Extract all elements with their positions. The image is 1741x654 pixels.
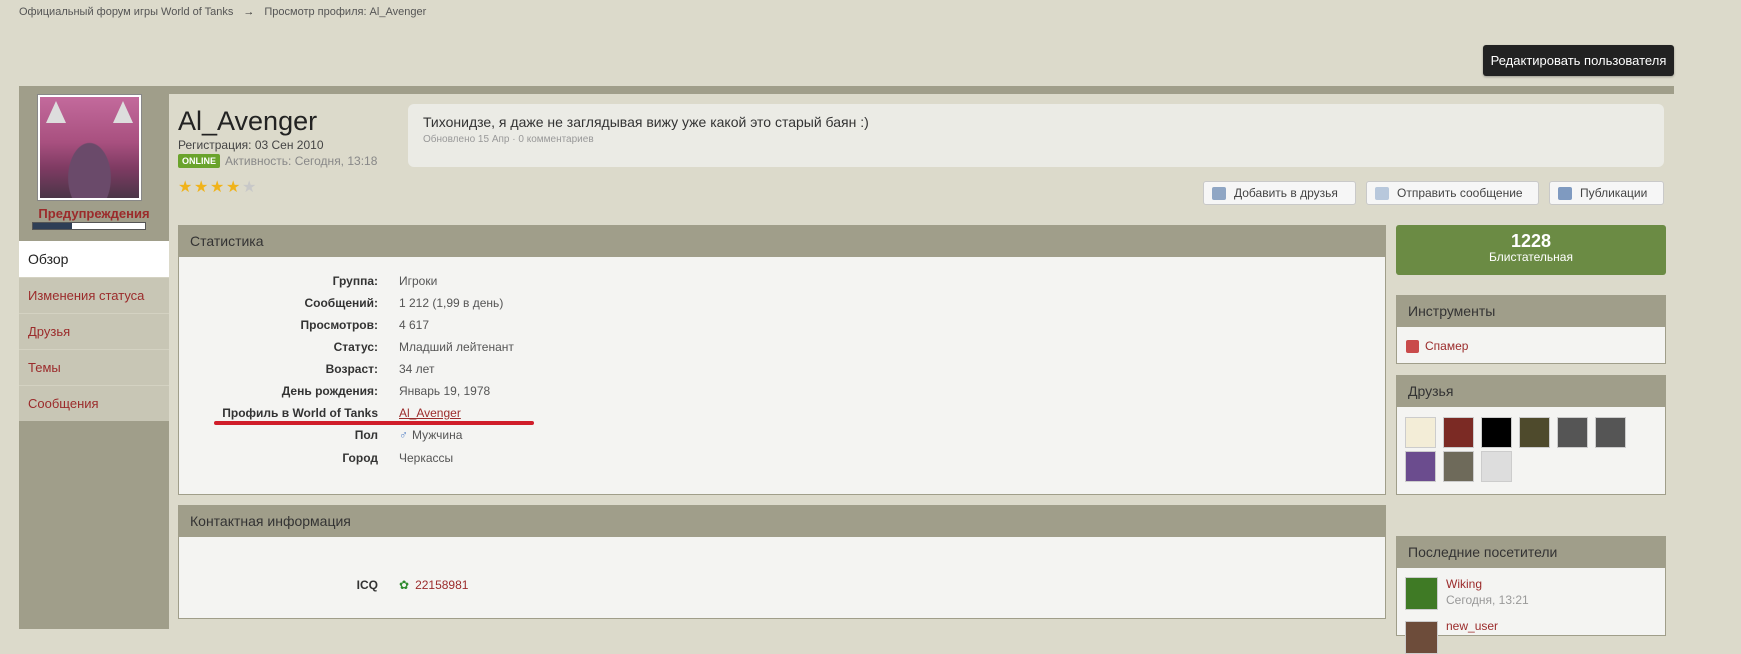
send-message-label: Отправить сообщение xyxy=(1397,186,1523,200)
stat-label: Просмотров: xyxy=(300,318,378,332)
page-title: Al_Avenger xyxy=(178,106,318,136)
edit-user-button[interactable]: Редактировать пользователя xyxy=(1483,45,1674,76)
publications-label: Публикации xyxy=(1580,186,1648,200)
visitor-avatar[interactable] xyxy=(1405,621,1438,654)
stat-value: Младший лейтенант xyxy=(399,340,514,354)
breadcrumb-home[interactable]: Официальный форум игры World of Tanks xyxy=(19,6,233,18)
online-badge: ONLINE xyxy=(178,154,221,168)
visitor-name[interactable]: new_user xyxy=(1446,619,1498,633)
nav-overview[interactable]: Обзор xyxy=(19,241,169,277)
visitor-name[interactable]: Wiking xyxy=(1446,577,1482,591)
document-icon xyxy=(1558,186,1572,200)
spammer-label: Спамер xyxy=(1425,339,1469,353)
highlight-underline xyxy=(214,421,534,425)
visitors-title: Последние посетители xyxy=(1397,537,1665,568)
stat-label: Статус: xyxy=(333,340,378,354)
breadcrumb: Официальный форум игры World of Tanks → Пр… xyxy=(19,6,426,18)
add-friend-button[interactable]: Добавить в друзья xyxy=(1203,181,1356,205)
friend-avatar[interactable] xyxy=(1519,417,1550,448)
avatar-ear-left xyxy=(46,101,66,123)
warnings-bar-fill xyxy=(33,223,73,229)
stat-label: Сообщений: xyxy=(304,296,378,310)
stat-label: Пол xyxy=(354,428,378,442)
rating-stars[interactable]: ★ ★ ★ ★ ★ xyxy=(178,180,258,196)
stat-value: 1 212 (1,99 в день) xyxy=(399,296,504,310)
icq-value-wrap: ✿ 22158981 xyxy=(399,578,468,592)
stat-label: Группа: xyxy=(332,274,378,288)
nav-friends[interactable]: Друзья xyxy=(19,313,169,349)
registration-date: Регистрация: 03 Сен 2010 xyxy=(178,138,324,152)
stat-value: 34 лет xyxy=(399,362,435,376)
avatar[interactable] xyxy=(38,95,141,200)
friend-avatar[interactable] xyxy=(1595,417,1626,448)
stat-value: Январь 19, 1978 xyxy=(399,384,491,398)
stat-value: Игроки xyxy=(399,274,438,288)
friend-avatar[interactable] xyxy=(1405,417,1436,448)
profile-top-bar xyxy=(19,86,1674,94)
wot-profile-link[interactable]: Al_Avenger xyxy=(399,406,461,420)
online-status: ONLINE Активность: Сегодня, 13:18 xyxy=(178,154,377,168)
star-icon[interactable]: ★ xyxy=(194,180,210,196)
stat-value: ♂ Мужчина xyxy=(399,428,462,442)
left-sidebar: Предупреждения Обзор Изменения статуса Д… xyxy=(19,94,169,629)
stat-label: Город xyxy=(342,451,378,465)
nav-topics[interactable]: Темы xyxy=(19,349,169,385)
male-icon: ♂ xyxy=(399,428,408,442)
reputation-box: 1228 Блистательная xyxy=(1396,225,1666,275)
warnings-link[interactable]: Предупреждения xyxy=(19,206,169,221)
send-message-button[interactable]: Отправить сообщение xyxy=(1366,181,1539,205)
nav-messages[interactable]: Сообщения xyxy=(19,385,169,421)
stat-label: Возраст: xyxy=(325,362,378,376)
visitor-time: Сегодня, 13:21 xyxy=(1446,593,1529,607)
friend-avatar[interactable] xyxy=(1443,451,1474,482)
friends-title: Друзья xyxy=(1397,376,1665,407)
friend-avatar[interactable] xyxy=(1405,451,1436,482)
profile-nav: Обзор Изменения статуса Друзья Темы Сооб… xyxy=(19,241,169,421)
stat-label: День рождения: xyxy=(281,384,378,398)
nav-status-changes[interactable]: Изменения статуса xyxy=(19,277,169,313)
breadcrumb-separator: → xyxy=(243,6,255,18)
stat-value: Черкассы xyxy=(399,451,454,465)
warnings-bar xyxy=(32,222,146,230)
friend-avatar[interactable] xyxy=(1443,417,1474,448)
visitor-avatar[interactable] xyxy=(1405,577,1438,610)
spammer-link[interactable]: Спамер xyxy=(1406,339,1468,353)
statistics-panel: Статистика Группа: Игроки Сообщений: 1 212… xyxy=(178,225,1386,495)
star-icon[interactable]: ★ xyxy=(242,180,258,196)
add-friend-icon xyxy=(1212,186,1226,200)
stat-value: 4 617 xyxy=(399,318,430,332)
friends-panel: Друзья xyxy=(1396,375,1666,495)
contact-panel: Контактная информация ICQ ✿ 22158981 xyxy=(178,505,1386,619)
friend-avatar[interactable] xyxy=(1481,417,1512,448)
star-icon[interactable]: ★ xyxy=(226,180,242,196)
star-icon[interactable]: ★ xyxy=(178,180,194,196)
contact-title: Контактная информация xyxy=(179,506,1385,537)
gender-value: Мужчина xyxy=(412,428,463,442)
last-activity: Активность: Сегодня, 13:18 xyxy=(225,154,378,168)
icq-value[interactable]: 22158981 xyxy=(415,578,468,592)
reputation-label: Блистательная xyxy=(1489,250,1573,264)
status-update: Тихонидзе, я даже не заглядывая вижу уже… xyxy=(408,104,1664,167)
add-friend-label: Добавить в друзья xyxy=(1234,186,1338,200)
stat-label: Профиль в World of Tanks xyxy=(222,406,378,420)
status-text: Тихонидзе, я даже не заглядывая вижу уже… xyxy=(423,114,869,130)
envelope-icon xyxy=(1375,186,1389,200)
tools-panel: Инструменты Спамер xyxy=(1396,295,1666,364)
star-icon[interactable]: ★ xyxy=(210,180,226,196)
icq-label: ICQ xyxy=(356,578,378,592)
spammer-flag-icon xyxy=(1406,339,1419,353)
statistics-title: Статистика xyxy=(179,226,1385,257)
icq-flower-icon: ✿ xyxy=(399,578,410,592)
reputation-value: 1228 xyxy=(1510,231,1552,251)
publications-button[interactable]: Публикации xyxy=(1549,181,1664,205)
friend-avatar[interactable] xyxy=(1481,451,1512,482)
avatar-ear-right xyxy=(113,101,133,123)
friend-avatar[interactable] xyxy=(1557,417,1588,448)
tools-title: Инструменты xyxy=(1397,296,1665,327)
visitors-panel: Последние посетители Wiking Сегодня, 13:… xyxy=(1396,536,1666,654)
status-meta[interactable]: Обновлено 15 Апр · 0 комментариев xyxy=(423,134,594,145)
breadcrumb-current[interactable]: Просмотр профиля: Al_Avenger xyxy=(264,6,426,18)
